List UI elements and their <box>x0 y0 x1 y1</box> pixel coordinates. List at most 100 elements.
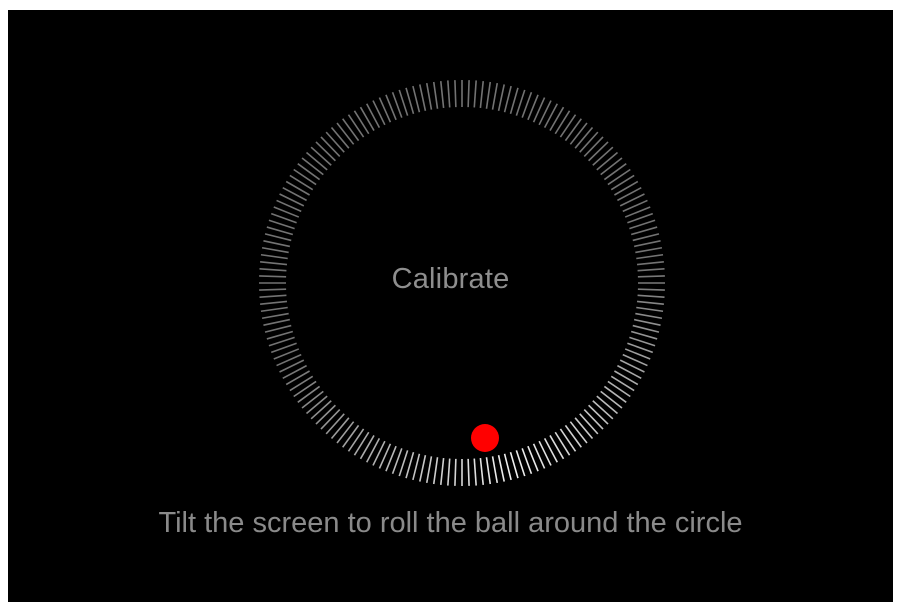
tick-mark <box>447 458 451 486</box>
tick-mark <box>266 330 294 340</box>
tick-mark <box>497 454 505 482</box>
tick-mark <box>454 80 457 108</box>
tick-mark <box>263 318 291 326</box>
tick-mark <box>549 106 565 131</box>
tick-mark <box>260 300 288 306</box>
tick-mark <box>549 435 565 460</box>
calibration-ball[interactable] <box>471 424 499 452</box>
tick-mark <box>559 114 577 138</box>
tick-mark <box>353 110 370 135</box>
tick-mark <box>301 390 324 409</box>
tick-mark <box>479 81 485 109</box>
tick-mark <box>600 157 623 176</box>
tick-mark <box>315 141 336 162</box>
calibrate-title: Calibrate <box>391 263 510 295</box>
tick-mark <box>633 318 661 326</box>
tick-mark <box>347 428 365 452</box>
tick-mark <box>447 80 451 108</box>
tick-mark <box>336 122 355 145</box>
tick-mark <box>579 413 599 435</box>
tick-mark <box>617 364 642 380</box>
tick-mark <box>412 85 421 113</box>
tick-mark <box>574 417 594 440</box>
tick-mark <box>503 85 512 113</box>
tick-mark <box>336 421 355 444</box>
tick-mark <box>289 174 314 191</box>
tick-mark <box>503 453 512 481</box>
tick-mark <box>454 458 457 486</box>
tick-mark <box>305 395 328 415</box>
tick-mark <box>543 103 559 128</box>
tick-mark <box>439 457 445 485</box>
tick-mark <box>293 380 317 398</box>
tick-mark <box>509 87 519 115</box>
tick-mark <box>491 456 499 484</box>
tick-mark <box>260 253 288 260</box>
tick-mark <box>305 151 328 171</box>
tick-mark <box>320 136 341 157</box>
tick-mark <box>636 306 664 313</box>
tick-mark <box>636 300 664 306</box>
tick-mark <box>630 330 658 340</box>
tick-mark <box>574 126 594 149</box>
tick-mark <box>554 110 571 135</box>
tick-mark <box>266 226 294 236</box>
tick-mark <box>554 431 571 456</box>
tick-mark <box>365 438 381 463</box>
tick-mark <box>325 413 345 435</box>
tick-mark <box>297 385 321 403</box>
tick-mark <box>405 87 415 115</box>
tick-mark <box>633 240 661 248</box>
tick-mark <box>569 122 588 145</box>
tick-mark <box>330 417 350 440</box>
tick-mark <box>564 424 582 448</box>
tick-mark <box>632 233 660 242</box>
tick-mark <box>282 364 307 380</box>
tick-mark <box>365 103 381 128</box>
tick-mark <box>588 404 609 425</box>
tick-mark <box>310 146 332 166</box>
tick-mark <box>412 453 421 481</box>
tick-mark <box>607 168 631 186</box>
tick-mark <box>425 456 433 484</box>
tick-mark <box>603 385 627 403</box>
tick-mark <box>479 457 485 485</box>
tick-mark <box>425 82 433 110</box>
tick-mark <box>583 136 604 157</box>
tick-mark <box>347 114 365 138</box>
tick-mark <box>543 438 559 463</box>
calibration-screen: Calibrate Tilt the screen to roll the ba… <box>8 10 893 602</box>
tick-mark <box>630 226 658 236</box>
tick-mark <box>509 451 519 479</box>
tick-mark <box>263 240 291 248</box>
tick-mark <box>600 390 623 409</box>
tick-mark <box>359 435 375 460</box>
tick-mark <box>610 375 635 392</box>
tick-mark <box>310 400 332 420</box>
tick-mark <box>264 233 292 242</box>
tick-mark <box>614 180 639 196</box>
tick-mark <box>497 84 505 112</box>
tick-mark <box>592 146 614 166</box>
tick-mark <box>579 131 599 153</box>
tick-mark <box>491 82 499 110</box>
tick-mark <box>419 454 427 482</box>
tick-mark <box>614 370 639 386</box>
tick-mark <box>603 163 627 181</box>
tick-mark <box>320 409 341 430</box>
tick-mark <box>485 457 492 485</box>
tick-mark <box>261 246 289 254</box>
tick-mark <box>485 81 492 109</box>
tick-mark <box>432 457 439 485</box>
tick-mark <box>342 118 360 142</box>
tick-mark <box>569 421 588 444</box>
tick-mark <box>632 324 660 333</box>
tick-mark <box>297 163 321 181</box>
tick-mark <box>635 312 663 320</box>
tick-mark <box>467 458 470 486</box>
tick-mark <box>583 409 604 430</box>
tick-mark <box>432 81 439 109</box>
tick-mark <box>260 306 288 313</box>
tick-mark <box>559 428 577 452</box>
tick-mark <box>473 458 477 486</box>
